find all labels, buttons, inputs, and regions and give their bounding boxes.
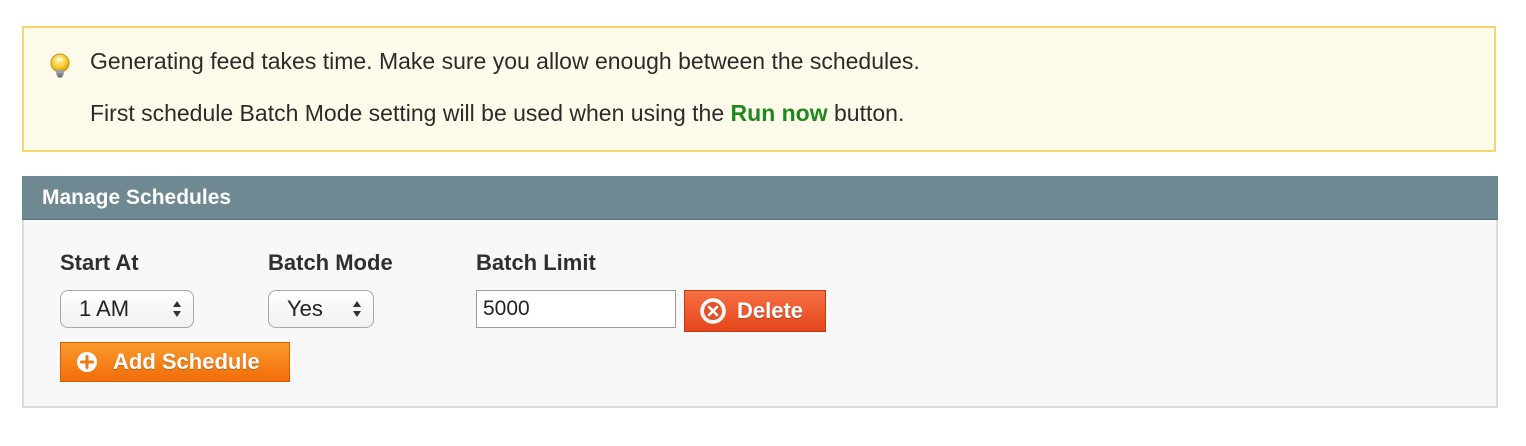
batch-limit-label: Batch Limit <box>476 250 596 275</box>
manage-schedules-header: Manage Schedules <box>22 176 1498 220</box>
start-at-label: Start At <box>60 250 139 275</box>
notice-line-2-text: First schedule Batch Mode setting will b… <box>90 100 731 126</box>
lightbulb-icon <box>50 53 70 78</box>
start-at-value: 1 AM <box>79 296 130 321</box>
notice-line-2: First schedule Batch Mode setting will b… <box>90 100 904 127</box>
delete-label: Delete <box>737 298 804 323</box>
start-at-select[interactable]: 1 AM <box>60 290 194 328</box>
select-arrows-icon <box>173 301 181 317</box>
add-schedule-button[interactable]: Add Schedule <box>60 342 290 382</box>
batch-mode-label: Batch Mode <box>268 250 393 275</box>
schedule-notice: Generating feed takes time. Make sure yo… <box>22 26 1496 152</box>
delete-schedule-button[interactable]: Delete <box>684 290 826 332</box>
select-arrows-icon <box>353 301 361 317</box>
notice-line-2-end: button. <box>827 100 905 126</box>
batch-mode-value: Yes <box>287 296 323 321</box>
manage-schedules-body: Start At Batch Mode Batch Limit 1 AM Yes… <box>22 220 1498 408</box>
delete-icon <box>700 298 726 324</box>
plus-circle-icon <box>77 352 97 372</box>
notice-line-1: Generating feed takes time. Make sure yo… <box>90 48 920 74</box>
run-now-reference: Run now <box>730 100 828 126</box>
batch-limit-input[interactable] <box>476 290 676 328</box>
batch-mode-select[interactable]: Yes <box>268 290 374 328</box>
add-schedule-label: Add Schedule <box>113 349 260 374</box>
panel-title: Manage Schedules <box>42 186 232 209</box>
